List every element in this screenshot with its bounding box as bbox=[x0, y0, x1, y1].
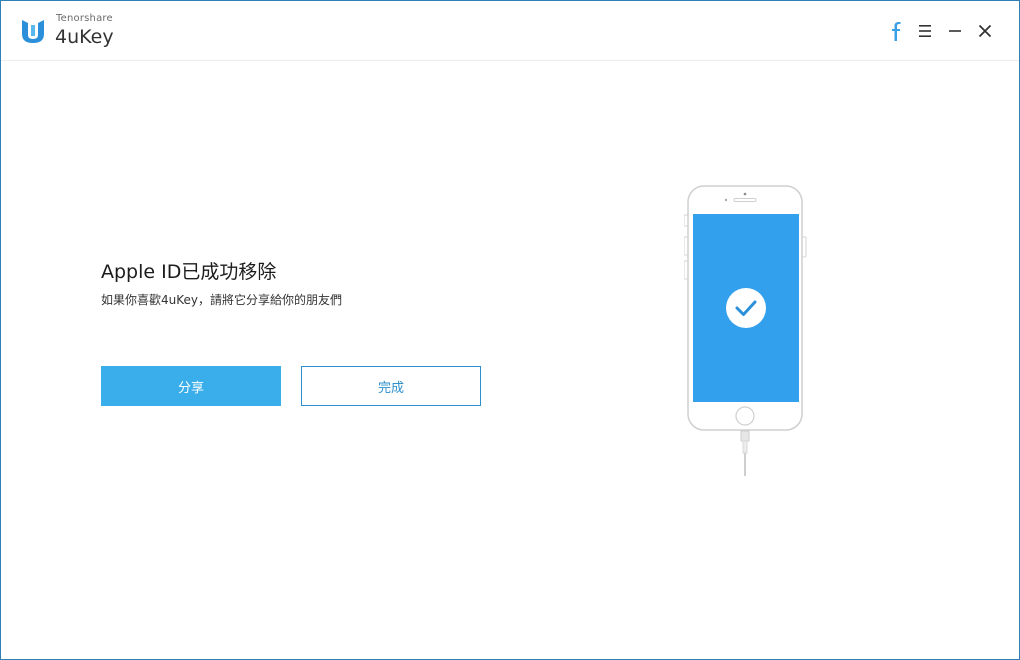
minimize-icon bbox=[949, 30, 961, 32]
vendor-name: Tenorshare bbox=[56, 13, 113, 24]
check-circle-icon bbox=[726, 288, 766, 328]
success-title: Apple ID已成功移除 bbox=[101, 261, 277, 283]
share-button[interactable]: 分享 bbox=[101, 366, 281, 406]
facebook-icon bbox=[892, 22, 901, 41]
close-icon bbox=[978, 24, 992, 38]
facebook-button[interactable] bbox=[883, 19, 907, 43]
tenorshare-logo-icon bbox=[22, 20, 44, 43]
close-button[interactable] bbox=[973, 19, 997, 43]
share-prompt: 如果你喜歡4uKey，請將它分享給你的朋友們 bbox=[101, 293, 342, 307]
iphone-illustration bbox=[684, 185, 807, 476]
app-window: Tenorshare 4uKey Apple ID已成功移除 如果你喜歡4uKe… bbox=[0, 0, 1020, 660]
menu-icon bbox=[919, 25, 931, 37]
minimize-button[interactable] bbox=[943, 19, 967, 43]
app-name: 4uKey bbox=[55, 26, 114, 48]
title-bar: Tenorshare 4uKey bbox=[1, 1, 1019, 61]
menu-button[interactable] bbox=[913, 19, 937, 43]
done-button[interactable]: 完成 bbox=[301, 366, 481, 406]
